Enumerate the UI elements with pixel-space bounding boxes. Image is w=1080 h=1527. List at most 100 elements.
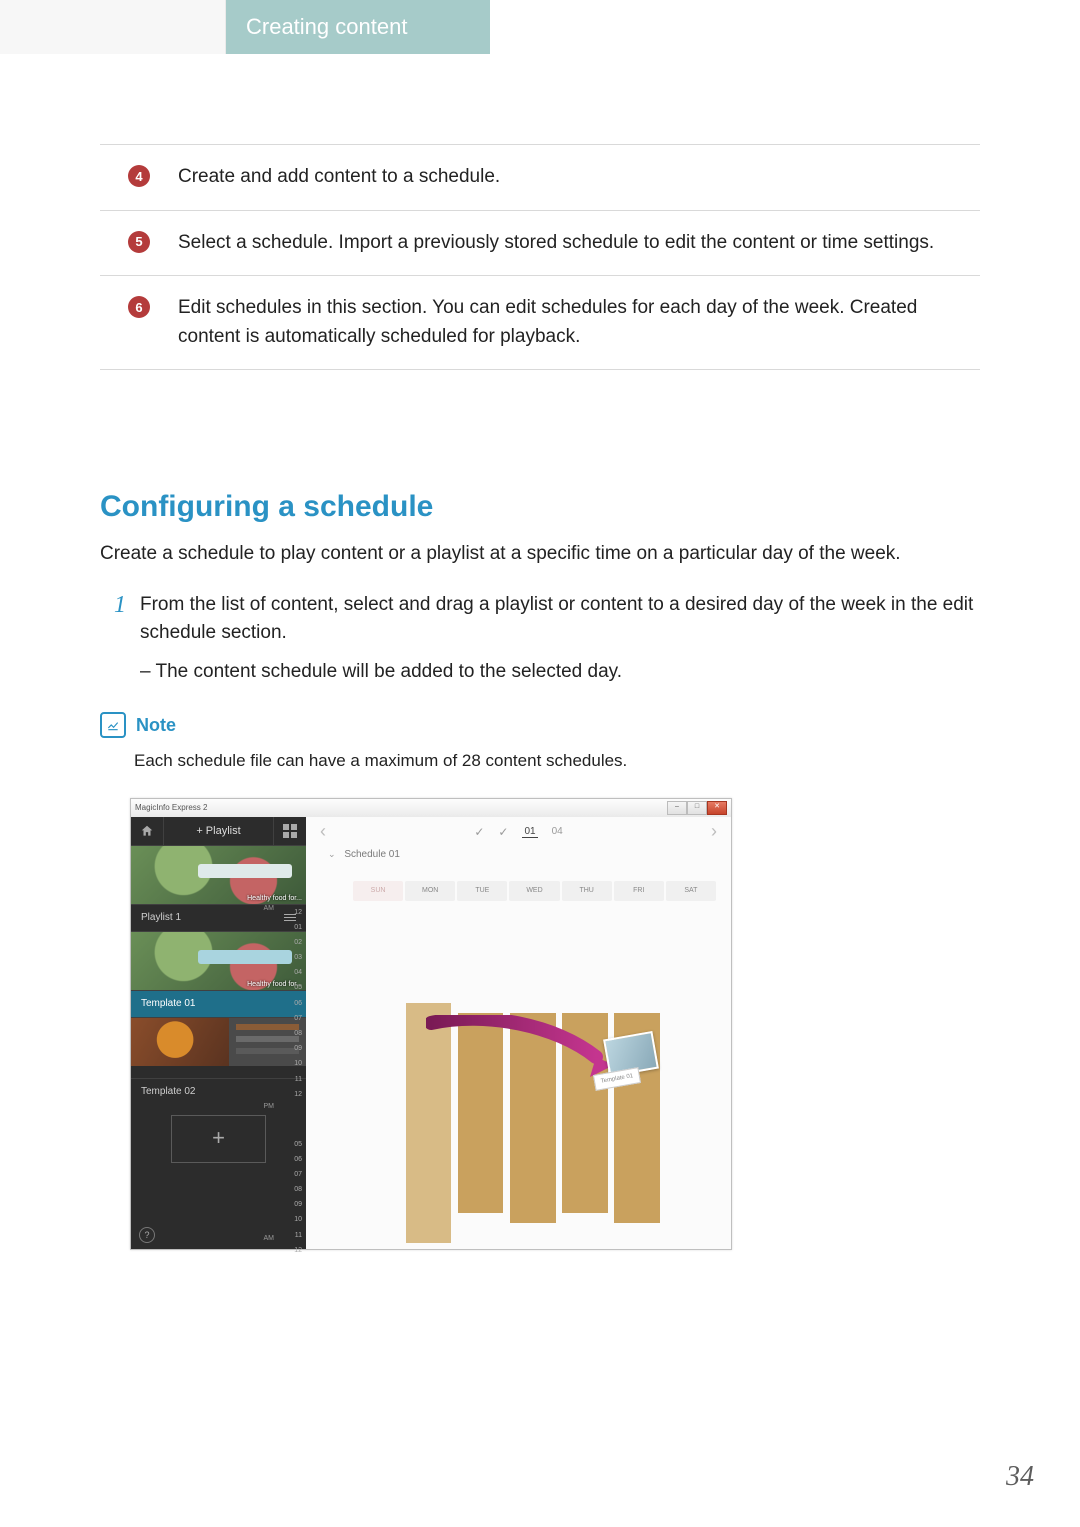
schedule-block[interactable]: [510, 1013, 556, 1223]
hour-label: 06: [276, 996, 302, 1011]
note-header: Note: [100, 712, 980, 738]
document-page: Creating content 4 Create and add conten…: [0, 0, 1080, 1527]
screenshot-figure: MagicInfo Express 2 – □ ✕ + Playlist: [130, 798, 732, 1250]
pm-label: PM: [260, 1103, 274, 1110]
hour-label: 05: [276, 1137, 302, 1152]
hour-label: 07: [276, 1167, 302, 1182]
callout-number: 6: [100, 294, 178, 318]
sidebar-item-label: Playlist 1: [141, 905, 181, 931]
prev-button[interactable]: ‹: [320, 821, 326, 842]
day-header: SAT: [666, 881, 716, 901]
check-icon[interactable]: ✓: [474, 825, 484, 839]
hour-label: 11: [276, 1072, 302, 1087]
sidebar-thumb-1[interactable]: Healthy food for...: [131, 845, 306, 904]
callout-text: Select a schedule. Import a previously s…: [178, 229, 980, 258]
grid-icon: [283, 824, 297, 838]
thumbnail-caption: Healthy food for...: [247, 895, 302, 902]
hour-label: 02: [276, 935, 302, 950]
hours-column-am: 12 01 02 03 04 05 06 07 08 09 10 11 12: [276, 905, 302, 1103]
chapter-title: Creating content: [226, 0, 490, 54]
page-total: 04: [552, 826, 563, 837]
page-number: 34: [1006, 1461, 1034, 1493]
step-1: 1 From the list of content, select and d…: [100, 591, 980, 687]
next-button[interactable]: ›: [711, 821, 717, 842]
callout-row-4: 4 Create and add content to a schedule.: [100, 145, 980, 211]
hour-label: 06: [276, 1152, 302, 1167]
day-header: THU: [562, 881, 612, 901]
day-header-row: SUN MON TUE WED THU FRI SAT: [352, 881, 717, 901]
hour-label: 08: [276, 1026, 302, 1041]
schedule-name: Schedule 01: [344, 849, 400, 860]
note-text: Each schedule file can have a maximum of…: [134, 748, 980, 774]
section-intro: Create a schedule to play content or a p…: [100, 540, 980, 569]
close-button[interactable]: ✕: [707, 801, 727, 815]
schedule-block[interactable]: [406, 1003, 452, 1243]
hour-label: 09: [276, 1197, 302, 1212]
schedule-block[interactable]: [458, 1013, 504, 1213]
header-stub: [0, 0, 226, 54]
step-number: 1: [100, 591, 140, 687]
day-header: SUN: [353, 881, 403, 901]
window-buttons: – □ ✕: [667, 801, 727, 815]
minimize-button[interactable]: –: [667, 801, 687, 815]
home-button[interactable]: [131, 817, 164, 845]
callout-text: Edit schedules in this section. You can …: [178, 294, 980, 351]
window-body: + Playlist Healthy food for... Playlist …: [131, 817, 731, 1249]
callout-number-circle: 5: [128, 231, 150, 253]
schedule-toolbar: ‹ ✓ ✓ 01 04 ›: [306, 817, 731, 847]
home-icon: [140, 824, 154, 838]
callout-number: 4: [100, 163, 178, 187]
hour-label: 09: [276, 1041, 302, 1056]
chapter-header: Creating content: [0, 0, 1080, 54]
am-label-end: AM: [260, 1235, 274, 1242]
step-body: From the list of content, select and dra…: [140, 591, 980, 687]
hour-label: 12: [276, 905, 302, 920]
hour-label: 04: [276, 965, 302, 980]
page-current: 01: [522, 826, 537, 838]
day-header: FRI: [614, 881, 664, 901]
sidebar-item-label: Template 02: [141, 1079, 195, 1105]
schedule-name-row[interactable]: ⌄ Schedule 01: [306, 847, 731, 866]
window-title: MagicInfo Express 2: [135, 803, 207, 812]
hour-label: 10: [276, 1212, 302, 1227]
add-playlist-button[interactable]: + Playlist: [164, 817, 274, 845]
hour-label: 07: [276, 1011, 302, 1026]
thumbnail-image: [131, 1018, 229, 1066]
day-header: MON: [405, 881, 455, 901]
day-header: TUE: [457, 881, 507, 901]
toolbar-center: ✓ ✓ 01 04: [474, 825, 562, 839]
note-icon: [100, 712, 126, 738]
hour-label: 08: [276, 1182, 302, 1197]
schedule-grid[interactable]: SUN MON TUE WED THU FRI SAT: [352, 881, 717, 1239]
hour-label: 12: [276, 1087, 302, 1102]
step-text: From the list of content, select and dra…: [140, 591, 980, 648]
callout-table: 4 Create and add content to a schedule. …: [100, 144, 980, 370]
callout-number-circle: 4: [128, 165, 150, 187]
step-subtext: – The content schedule will be added to …: [140, 658, 980, 687]
help-button[interactable]: ?: [139, 1227, 155, 1243]
sidebar-topbar: + Playlist: [131, 817, 306, 845]
sidebar-item-label: Template 01: [141, 991, 195, 1017]
schedule-editor: ‹ ✓ ✓ 01 04 › ⌄ Schedule 01 AM PM AM: [306, 817, 731, 1249]
callout-number: 5: [100, 229, 178, 253]
callout-row-6: 6 Edit schedules in this section. You ca…: [100, 276, 980, 370]
am-label: AM: [260, 905, 274, 912]
window-titlebar: MagicInfo Express 2 – □ ✕: [131, 799, 731, 818]
maximize-button[interactable]: □: [687, 801, 707, 815]
schedule-rows: [352, 905, 717, 1239]
callout-row-5: 5 Select a schedule. Import a previously…: [100, 211, 980, 277]
hours-column-pm: 05 06 07 08 09 10 11 12: [276, 1137, 302, 1247]
check-icon[interactable]: ✓: [498, 825, 508, 839]
chevron-down-icon: ⌄: [328, 849, 336, 859]
hour-label: 12: [276, 1243, 302, 1258]
hour-label: 05: [276, 980, 302, 995]
grid-view-button[interactable]: [274, 817, 306, 845]
callout-number-circle: 6: [128, 296, 150, 318]
callout-text: Create and add content to a schedule.: [178, 163, 980, 192]
thumbnail-overlay: [198, 864, 293, 878]
sidebar-add-button[interactable]: +: [171, 1115, 266, 1163]
hour-label: 01: [276, 920, 302, 935]
note-label: Note: [136, 715, 176, 736]
section-heading: Configuring a schedule: [100, 490, 980, 524]
schedule-block[interactable]: [562, 1013, 608, 1213]
